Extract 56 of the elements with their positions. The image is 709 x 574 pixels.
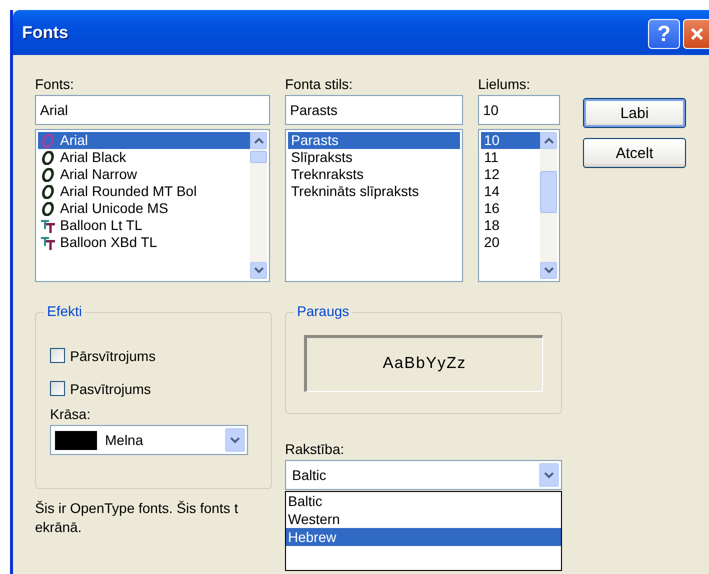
opentype-font-icon xyxy=(41,168,55,182)
script-combo[interactable]: Baltic xyxy=(285,460,562,490)
font-list-item[interactable]: Arial Black xyxy=(38,149,250,166)
scrollbar-thumb[interactable] xyxy=(250,151,267,163)
help-button[interactable]: ? xyxy=(648,18,680,48)
font-style-item[interactable]: Parasts xyxy=(288,132,460,149)
sample-preview: AaBbYyZz xyxy=(304,334,543,392)
truetype-font-icon xyxy=(41,236,55,250)
size-item[interactable]: 12 xyxy=(481,166,540,183)
script-option[interactable]: Baltic xyxy=(286,492,561,510)
scrollbar[interactable] xyxy=(250,132,267,279)
scrollbar-thumb[interactable] xyxy=(540,171,557,213)
size-item[interactable]: 10 xyxy=(481,132,540,149)
color-combo[interactable]: Melna xyxy=(50,425,248,455)
font-list-item[interactable]: Balloon XBd TL xyxy=(38,234,250,251)
close-icon xyxy=(690,26,704,40)
script-option[interactable]: Western xyxy=(286,510,561,528)
checkbox[interactable] xyxy=(50,381,65,396)
scrollbar[interactable] xyxy=(540,132,557,279)
font-style-label: Fonta stils: xyxy=(285,75,354,93)
font-list-item[interactable]: Arial Rounded MT Bol xyxy=(38,183,250,200)
font-list-item[interactable]: Arial xyxy=(38,132,250,149)
font-field[interactable]: Arial xyxy=(35,95,270,125)
close-button[interactable] xyxy=(683,18,709,48)
font-list-item[interactable]: Arial Narrow xyxy=(38,166,250,183)
cancel-button[interactable]: Atcelt xyxy=(583,138,686,168)
script-label: Rakstība: xyxy=(285,440,346,458)
font-style-item[interactable]: Slīpraksts xyxy=(288,149,460,166)
opentype-font-icon xyxy=(41,134,55,148)
font-style-item[interactable]: Treknraksts xyxy=(288,166,460,183)
checkbox[interactable] xyxy=(50,348,65,363)
font-style-field[interactable]: Parasts xyxy=(285,95,463,125)
effects-legend: Efekti xyxy=(44,303,86,319)
size-item[interactable]: 16 xyxy=(481,200,540,217)
opentype-font-icon xyxy=(41,150,55,164)
checkbox-label: Pārsvītrojums xyxy=(70,348,156,364)
size-label: Lielums: xyxy=(478,75,532,93)
size-item[interactable]: 20 xyxy=(481,234,540,251)
opentype-font-icon xyxy=(41,184,55,198)
color-label: Krāsa: xyxy=(50,405,92,423)
size-item[interactable]: 18 xyxy=(481,217,540,234)
font-list-item[interactable]: Arial Unicode MS xyxy=(38,200,250,217)
font-style-item[interactable]: Treknināts slīpraksts xyxy=(288,183,460,200)
window-title: Fonts xyxy=(22,22,68,42)
ok-button[interactable]: Labi xyxy=(583,98,686,128)
truetype-font-icon xyxy=(41,218,55,232)
preview-legend: Paraugs xyxy=(294,303,352,319)
opentype-font-icon xyxy=(41,202,55,216)
size-item[interactable]: 11 xyxy=(481,149,540,166)
font-list-item[interactable]: Balloon Lt TL xyxy=(38,217,250,234)
script-option[interactable]: Hebrew xyxy=(286,528,561,546)
font-description: Šis ir OpenType fonts. Šis fonts t ekrānā. xyxy=(35,499,240,537)
size-item[interactable]: 14 xyxy=(481,183,540,200)
font-label: Fonts: xyxy=(35,75,75,93)
size-field[interactable]: 10 xyxy=(478,95,560,125)
checkbox-label: Pasvītrojums xyxy=(70,380,151,396)
